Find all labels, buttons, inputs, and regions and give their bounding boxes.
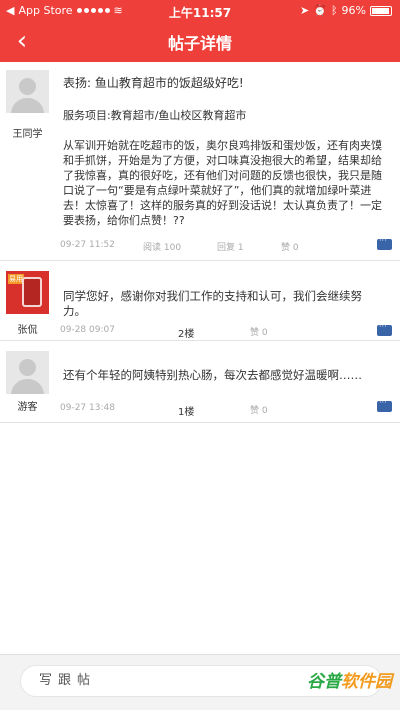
comment-icon[interactable] xyxy=(377,236,392,250)
watermark-part-b: 软件园 xyxy=(341,672,392,692)
like-count[interactable]: 赞 0 xyxy=(250,325,268,338)
comment-icon[interactable] xyxy=(377,322,392,336)
avatar[interactable]: 易用 xyxy=(6,271,49,314)
reply-count: 回复 1 xyxy=(217,243,244,253)
watermark-part-a: 谷普 xyxy=(307,672,341,692)
floor-number: 2楼 xyxy=(178,329,195,340)
post-body: 从军训开始就在吃超市的饭，奥尔良鸡排饭和蛋炒饭，还有肉夹馍和手抓饼，开始是为了方… xyxy=(63,139,382,227)
post-project: 服务项目:教育超市/鱼山校区教育超市 xyxy=(63,109,247,122)
reply-bar: 写跟帖 谷普软件园 xyxy=(0,654,400,710)
battery-percent: 96% xyxy=(341,4,366,17)
post-title: 表扬: 鱼山教育超市的饭超级好吃! xyxy=(63,76,244,90)
reply-body: 同学您好，感谢你对我们工作的支持和认可，我们会继续努力。 xyxy=(63,289,362,318)
reply-date: 09-28 09:07 xyxy=(60,325,115,335)
page-title: 帖子详情 xyxy=(167,34,232,53)
nav-bar: ‹ 帖子详情 xyxy=(0,22,400,62)
bluetooth-icon: ᛒ xyxy=(330,4,338,17)
main-post: 王同学 表扬: 鱼山教育超市的饭超级好吃! 服务项目:教育超市/鱼山校区教育超市… xyxy=(0,62,400,261)
floor-number: 1楼 xyxy=(178,407,195,418)
reply-post-1: 游客 还有个年轻的阿姨特别热心肠，每次去都感觉好温暖啊…… 09-27 13:4… xyxy=(0,341,400,423)
like-count[interactable]: 赞 0 xyxy=(250,403,268,416)
avatar[interactable] xyxy=(6,70,49,113)
avatar-head xyxy=(19,78,36,95)
author-name: 游客 xyxy=(17,402,38,413)
reply-body: 还有个年轻的阿姨特别热心肠，每次去都感觉好温暖啊…… xyxy=(63,368,362,382)
read-count: 阅读 100 xyxy=(143,243,182,253)
avatar-body xyxy=(11,98,44,113)
watermark-logo: 谷普软件园 xyxy=(307,667,392,692)
avatar-body xyxy=(11,379,44,394)
reply-post-2: 易用 张侃 同学您好，感谢你对我们工作的支持和认可，我们会继续努力。 09-28… xyxy=(0,261,400,341)
like-count[interactable]: 赞 0 xyxy=(281,240,299,253)
comment-icon[interactable] xyxy=(377,398,392,412)
status-right: ➤ ⏰ ᛒ 96% xyxy=(300,4,392,17)
avatar[interactable] xyxy=(6,351,49,394)
post-date: 09-27 11:52 xyxy=(60,240,115,250)
reply-date: 09-27 13:48 xyxy=(60,403,115,413)
alarm-icon: ⏰ xyxy=(313,4,327,17)
battery-icon xyxy=(370,5,392,16)
location-icon: ➤ xyxy=(300,4,310,17)
status-bar: ◀ App Store ≋ 上午11:57 ➤ ⏰ ᛒ 96% xyxy=(0,0,400,22)
author-name: 王同学 xyxy=(12,129,43,140)
book-icon xyxy=(22,277,42,307)
avatar-head xyxy=(19,359,36,376)
author-name: 张侃 xyxy=(17,325,38,336)
header: ◀ App Store ≋ 上午11:57 ➤ ⏰ ᛒ 96% ‹ 帖子详情 xyxy=(0,0,400,62)
